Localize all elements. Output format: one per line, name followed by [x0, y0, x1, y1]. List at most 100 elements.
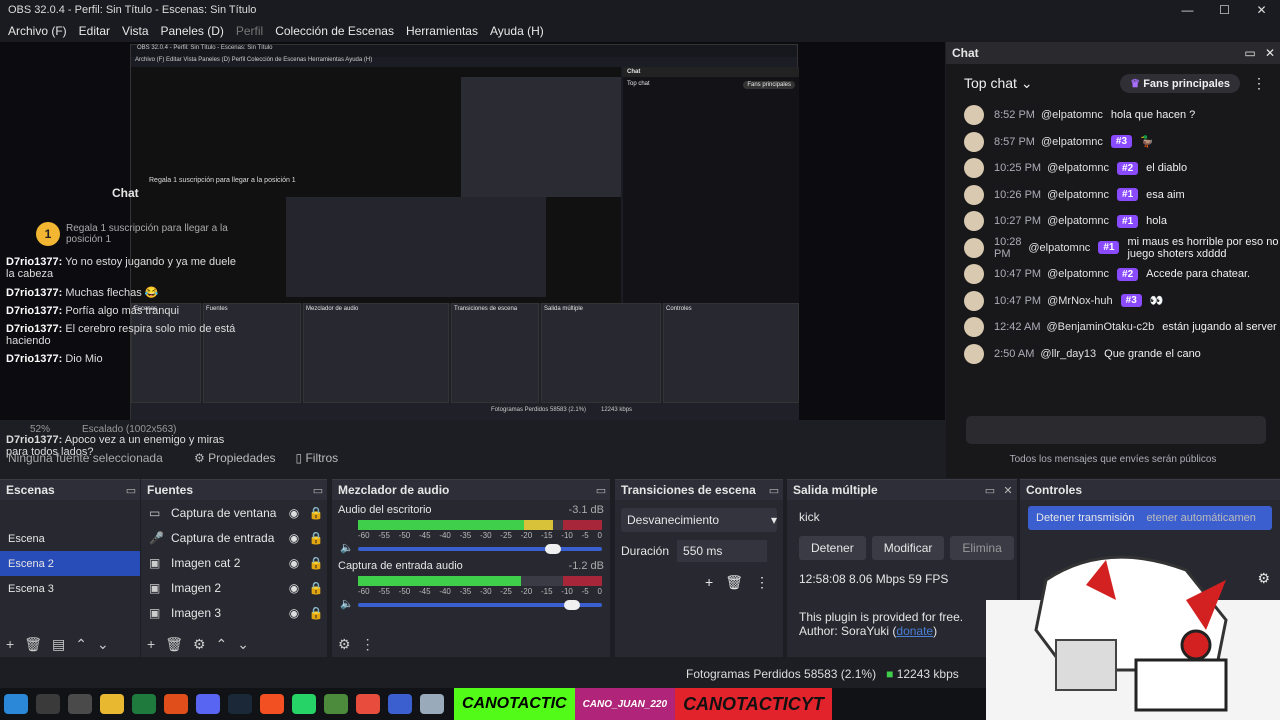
avatar[interactable] — [964, 317, 984, 338]
message-user[interactable]: @llr_day13 — [1040, 348, 1096, 360]
avatar[interactable] — [964, 343, 984, 364]
message-user[interactable]: @elpatomnc — [1047, 162, 1109, 174]
add-icon[interactable]: + — [147, 636, 155, 653]
transition-select[interactable]: Desvanecimiento ▾ — [621, 508, 777, 532]
fans-principales-button[interactable]: ♛ Fans principales — [1120, 73, 1240, 93]
menu-view[interactable]: Vista — [116, 24, 154, 38]
folder-icon[interactable] — [100, 694, 124, 714]
menu-profile[interactable]: Perfil — [230, 24, 269, 38]
avatar[interactable] — [964, 158, 984, 179]
message-user[interactable]: @elpatomnc — [1041, 136, 1103, 148]
avatar[interactable] — [964, 105, 984, 126]
trash-icon[interactable]: 🗑 — [165, 636, 183, 653]
steam-icon[interactable] — [228, 694, 252, 714]
undock-icon[interactable]: ▭ — [765, 484, 783, 497]
chat-menu-icon[interactable]: ⋮ — [1252, 75, 1266, 92]
store-icon[interactable] — [260, 694, 284, 714]
app-icon[interactable] — [420, 694, 444, 714]
close-icon[interactable]: ✕ — [999, 484, 1017, 497]
brave-icon[interactable] — [164, 694, 188, 714]
message-user[interactable]: @elpatomnc — [1047, 268, 1109, 280]
minecraft-icon[interactable] — [324, 694, 348, 714]
add-icon[interactable]: + — [705, 574, 713, 591]
chrome-icon[interactable] — [356, 694, 380, 714]
down-icon[interactable]: ⌄ — [237, 636, 249, 653]
eye-icon[interactable]: ◉ — [283, 556, 305, 570]
scene-item[interactable]: Escena — [0, 526, 140, 551]
down-icon[interactable]: ⌄ — [97, 636, 109, 653]
message-user[interactable]: @elpatomnc — [1047, 189, 1109, 201]
source-item[interactable]: ▣ Imagen 3 ◉ 🔒 — [141, 600, 327, 625]
up-icon[interactable]: ⌃ — [75, 636, 87, 653]
stop-button[interactable]: Detener — [799, 536, 866, 560]
stop-stream-button[interactable]: Detener transmisión etener automáticamen — [1028, 506, 1272, 530]
volume-slider[interactable]: 🔈 — [340, 598, 602, 612]
minimize-button[interactable]: — — [1169, 3, 1206, 17]
source-item[interactable]: ▣ Imagen 2 ◉ 🔒 — [141, 575, 327, 600]
undock-icon[interactable]: ▭ — [1240, 46, 1260, 60]
lock-icon[interactable]: 🔒 — [305, 606, 327, 620]
lock-icon[interactable]: 🔒 — [305, 506, 327, 520]
menu-file[interactable]: Archivo (F) — [2, 24, 73, 38]
kebab-icon[interactable]: ⋮ — [361, 636, 375, 653]
modify-button[interactable]: Modificar — [871, 536, 945, 560]
source-item[interactable]: ▣ Imagen cat 2 ◉ 🔒 — [141, 550, 327, 575]
add-icon[interactable]: + — [6, 636, 14, 653]
trash-icon[interactable]: 🗑 — [24, 636, 42, 653]
up-icon[interactable]: ⌃ — [216, 636, 228, 653]
message-user[interactable]: @MrNox-huh — [1047, 295, 1113, 307]
slider-knob[interactable] — [564, 600, 581, 610]
avatar[interactable] — [964, 184, 984, 205]
menu-edit[interactable]: Editar — [73, 24, 116, 38]
message-user[interactable]: @elpatomnc — [1047, 215, 1109, 227]
trash-icon[interactable]: 🗑 — [725, 574, 743, 591]
task-view-icon[interactable] — [68, 694, 92, 714]
menu-scene-collection[interactable]: Colección de Escenas — [269, 24, 400, 38]
message-user[interactable]: @elpatomnc — [1041, 109, 1103, 121]
undock-icon[interactable]: ▭ — [122, 484, 140, 497]
scene-item[interactable]: Escena 3 — [0, 576, 140, 601]
gear-icon[interactable]: ⚙ — [338, 636, 351, 653]
eye-icon[interactable]: ◉ — [283, 531, 305, 545]
menu-help[interactable]: Ayuda (H) — [484, 24, 550, 38]
donate-link[interactable]: donate — [896, 624, 933, 638]
menu-tools[interactable]: Herramientas — [400, 24, 484, 38]
filter-icon[interactable]: ▤ — [52, 636, 65, 653]
lock-icon[interactable]: 🔒 — [305, 556, 327, 570]
speaker-icon[interactable]: 🔈 — [340, 541, 354, 554]
gear-icon[interactable]: ⚙ — [193, 636, 206, 653]
lock-icon[interactable]: 🔒 — [305, 581, 327, 595]
message-user[interactable]: @elpatomnc — [1028, 242, 1090, 254]
eye-icon[interactable]: ◉ — [283, 506, 305, 520]
speaker-icon[interactable]: 🔈 — [340, 597, 354, 610]
kebab-icon[interactable]: ⋮ — [755, 574, 769, 591]
undock-icon[interactable]: ▭ — [592, 484, 610, 497]
top-chat-dropdown[interactable]: Top chat ⌄ — [964, 75, 1120, 92]
search-icon[interactable] — [36, 694, 60, 714]
avatar[interactable] — [964, 264, 984, 285]
menu-docks[interactable]: Paneles (D) — [155, 24, 230, 38]
scene-item-selected[interactable]: Escena 2 — [0, 551, 140, 576]
close-button[interactable]: ✕ — [1243, 3, 1280, 17]
source-item[interactable]: 🎤 Captura de entrada ◉ 🔒 — [141, 525, 327, 550]
avatar[interactable] — [964, 237, 984, 258]
windows-start-icon[interactable] — [4, 694, 28, 714]
avatar[interactable] — [964, 290, 984, 311]
xbox-icon[interactable] — [132, 694, 156, 714]
close-icon[interactable]: ✕ — [1260, 46, 1280, 60]
slider-knob[interactable] — [544, 544, 561, 554]
obs-icon[interactable] — [388, 694, 412, 714]
eye-icon[interactable]: ◉ — [283, 581, 305, 595]
eye-icon[interactable]: ◉ — [283, 606, 305, 620]
undock-icon[interactable]: ▭ — [309, 484, 327, 497]
duration-spinbox[interactable]: 550 ms — [677, 540, 768, 562]
avatar[interactable] — [964, 131, 984, 152]
undock-icon[interactable]: ▭ — [981, 484, 999, 497]
message-user[interactable]: @BenjaminOtaku-c2b — [1046, 321, 1154, 333]
properties-button[interactable]: ⚙ Propiedades — [188, 448, 282, 468]
lock-icon[interactable]: 🔒 — [305, 531, 327, 545]
source-item[interactable]: ▭ Captura de ventana ◉ 🔒 — [141, 500, 327, 525]
volume-slider[interactable]: 🔈 — [340, 542, 602, 556]
filters-button[interactable]: ▯ Filtros — [290, 448, 345, 468]
whatsapp-icon[interactable] — [292, 694, 316, 714]
